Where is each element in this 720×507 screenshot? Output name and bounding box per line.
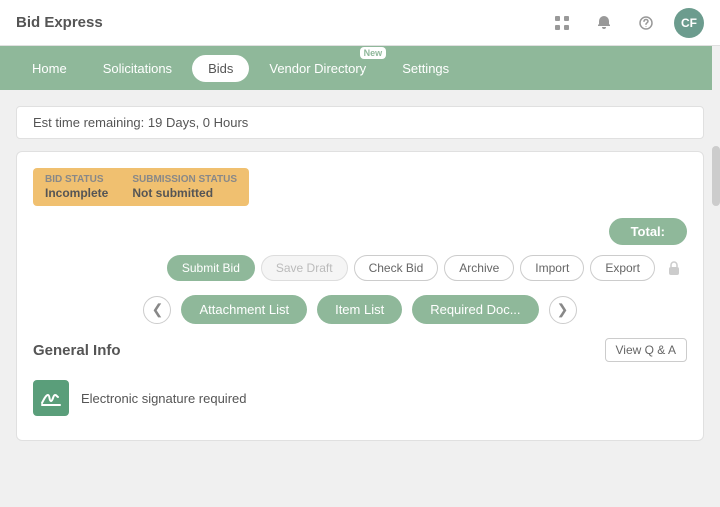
tab-next-button[interactable]: ❯ — [549, 296, 577, 324]
submission-status-badge: Submission Status Not submitted — [120, 168, 249, 206]
bid-status-label: Bid Status — [45, 174, 108, 185]
est-time-bar: Est time remaining: 19 Days, 0 Hours — [16, 106, 704, 139]
attachment-list-tab[interactable]: Attachment List — [181, 295, 307, 324]
est-time-text: Est time remaining: 19 Days, 0 Hours — [33, 115, 248, 130]
tab-prev-button[interactable]: ❮ — [143, 296, 171, 324]
check-bid-button[interactable]: Check Bid — [354, 255, 439, 281]
help-icon[interactable] — [632, 9, 660, 37]
status-container: Bid Status Incomplete Submission Status … — [33, 168, 687, 206]
new-badge: New — [360, 47, 387, 59]
action-row: Submit Bid Save Draft Check Bid Archive … — [33, 255, 687, 281]
submission-status-label: Submission Status — [132, 174, 237, 185]
grid-icon[interactable] — [548, 9, 576, 37]
view-qa-button[interactable]: View Q & A — [605, 338, 687, 362]
tab-row: ❮ Attachment List Item List Required Doc… — [33, 295, 687, 324]
bid-card: Bid Status Incomplete Submission Status … — [16, 151, 704, 441]
total-button[interactable]: Total: — [609, 218, 687, 245]
top-bar-left: Bid Express — [16, 14, 103, 31]
chevron-right-icon: ❯ — [557, 301, 569, 318]
signature-text: Electronic signature required — [81, 391, 246, 406]
bid-status-value: Incomplete — [45, 186, 108, 200]
submit-bid-button[interactable]: Submit Bid — [167, 255, 255, 281]
archive-button[interactable]: Archive — [444, 255, 514, 281]
import-button[interactable]: Import — [520, 255, 584, 281]
scrollbar-track[interactable] — [712, 46, 720, 507]
export-button[interactable]: Export — [590, 255, 655, 281]
nav-item-bids[interactable]: Bids — [192, 55, 249, 82]
required-doc-tab[interactable]: Required Doc... — [412, 295, 538, 324]
section-header: General Info View Q & A — [33, 338, 687, 362]
signature-icon — [33, 380, 69, 416]
nav-item-vendor[interactable]: Vendor Directory — [253, 55, 382, 82]
nav-item-home[interactable]: Home — [16, 55, 83, 82]
bell-icon[interactable] — [590, 9, 618, 37]
nav-bar: Home Solicitations Bids Vendor Directory… — [0, 46, 720, 90]
top-bar: Bid Express CF — [0, 0, 720, 46]
total-row: Total: — [33, 218, 687, 245]
app-title: Bid Express — [16, 14, 103, 31]
main-content: Est time remaining: 19 Days, 0 Hours Bid… — [0, 90, 720, 457]
item-list-tab[interactable]: Item List — [317, 295, 402, 324]
lock-icon — [661, 255, 687, 281]
nav-item-settings[interactable]: Settings — [386, 55, 465, 82]
avatar[interactable]: CF — [674, 8, 704, 38]
save-draft-button[interactable]: Save Draft — [261, 255, 348, 281]
signature-row: Electronic signature required — [33, 372, 687, 424]
top-bar-right: CF — [548, 8, 704, 38]
bid-status-badge: Bid Status Incomplete — [33, 168, 120, 206]
scrollbar-thumb[interactable] — [712, 146, 720, 206]
chevron-left-icon: ❮ — [152, 301, 164, 318]
submission-status-value: Not submitted — [132, 186, 237, 200]
nav-item-solicitations[interactable]: Solicitations — [87, 55, 188, 82]
nav-item-vendor-wrapper: Vendor Directory New — [253, 55, 382, 82]
section-title: General Info — [33, 342, 121, 359]
